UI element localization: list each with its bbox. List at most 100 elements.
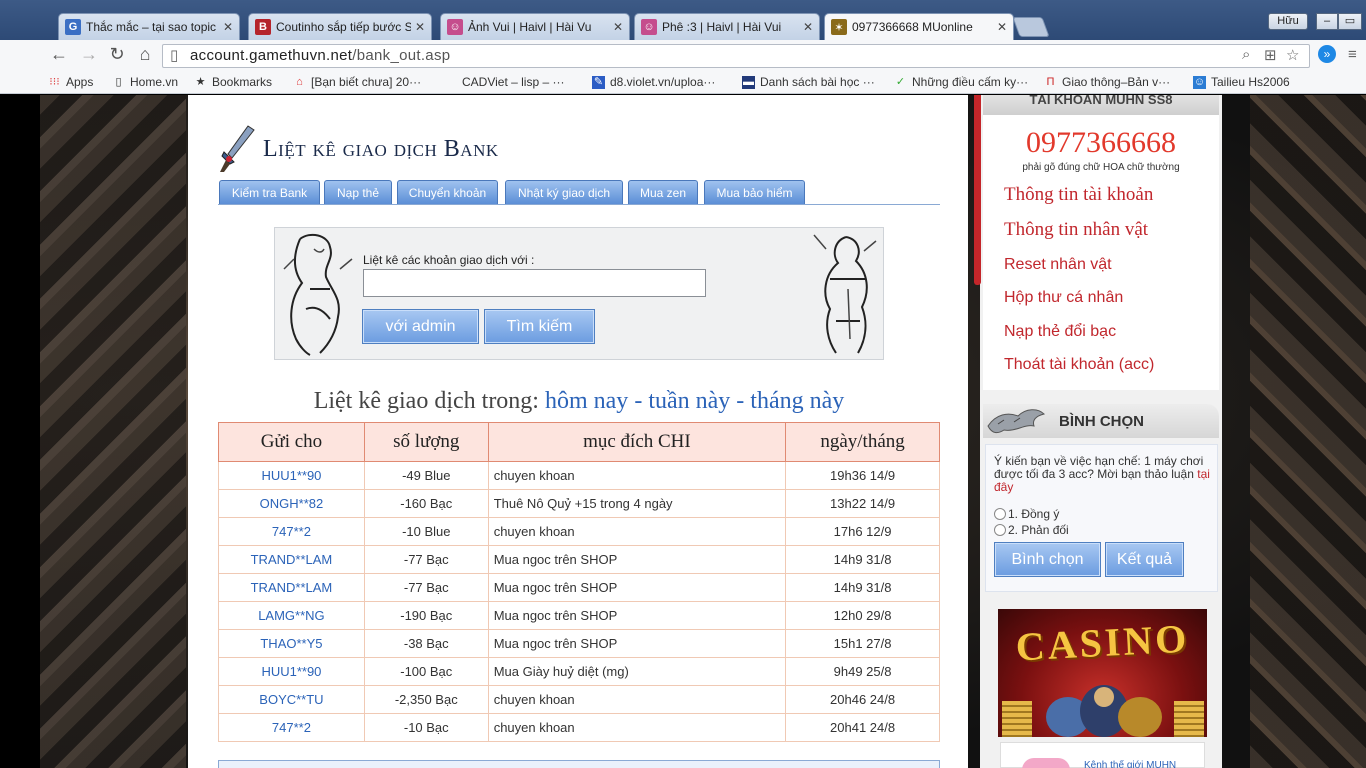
background-artwork-left — [40, 95, 186, 768]
result-button[interactable]: Kết quả — [1105, 542, 1184, 577]
browser-tab[interactable]: B Coutinho sắp tiếp bước Sư ✕ — [248, 13, 432, 40]
translate-icon[interactable]: ⊞ — [1264, 46, 1277, 64]
table-row: TRAND**LAM -77 Bạc Mua ngoc trên SHOP 14h9 … — [218, 573, 940, 602]
amount-cell: -10 Bạc — [363, 713, 489, 742]
vote-option-disagree[interactable]: 2. Phản đối — [994, 523, 1069, 537]
vote-option-agree[interactable]: 1. Đồng ý — [994, 507, 1059, 521]
sidebar-link-account-info[interactable]: Thông tin tài khoản — [1004, 184, 1153, 206]
recipient-cell[interactable]: HUU1**90 — [218, 657, 365, 686]
page-title: Liệt kê giao dịch Bank — [263, 136, 499, 162]
sidebar-link-inbox[interactable]: Hộp thư cá nhân — [1004, 289, 1123, 307]
bookmark-item[interactable]: ☺ Tailieu Hs2006 — [1193, 75, 1290, 89]
with-admin-button[interactable]: với admin — [362, 309, 479, 344]
bookmark-item[interactable]: CADViet – lisp – ··· — [444, 75, 564, 89]
browser-tab[interactable]: ☺ Phê :3 | Haivl | Hài Vui ✕ — [634, 13, 820, 40]
recipient-cell[interactable]: ONGH**82 — [218, 489, 365, 518]
filter-today-link[interactable]: hôm nay — [545, 388, 628, 414]
maximize-icon[interactable]: ▭ — [1338, 13, 1362, 30]
tab-buy-zen[interactable]: Mua zen — [628, 180, 698, 204]
search-button[interactable]: Tìm kiếm — [484, 309, 595, 344]
extension-icon[interactable]: » — [1318, 45, 1336, 63]
column-header-date: ngày/tháng — [785, 422, 940, 462]
close-icon[interactable]: ✕ — [613, 20, 623, 34]
smiley-icon: ☺ — [641, 19, 657, 35]
tab-title: Ảnh Vui | Haivl | Hài Vu — [468, 20, 592, 34]
purpose-cell: Mua Giày huỷ diệt (mg) — [487, 657, 787, 686]
star-icon: ★ — [195, 75, 206, 88]
bookmark-item[interactable]: ▬ Danh sách bài học ··· — [742, 75, 875, 89]
table-row: BOYC**TU -2,350 Bạc chuyen khoan 20h46 24/8 — [218, 685, 940, 714]
tab-top-up-card[interactable]: Nạp thẻ — [324, 180, 392, 204]
tab-transfer[interactable]: Chuyển khoản — [397, 180, 498, 204]
close-icon[interactable]: ✕ — [415, 20, 425, 34]
vote-button[interactable]: Bình chọn — [994, 542, 1101, 577]
bookmark-item[interactable]: ✎ d8.violet.vn/uploa··· — [592, 75, 715, 89]
url-text[interactable]: account.gamethuvn.net/bank_out.asp — [190, 47, 450, 64]
radio-button[interactable] — [994, 508, 1006, 520]
search-label: Liệt kê các khoản giao dịch với : — [363, 253, 535, 267]
date-cell: 14h9 31/8 — [785, 573, 940, 602]
search-input[interactable] — [363, 269, 706, 297]
bookmark-apps[interactable]: ⁝⁝⁝ Apps — [48, 75, 93, 89]
reload-icon[interactable]: ↻ — [106, 44, 128, 64]
house-icon: ⌂ — [296, 75, 303, 88]
browser-tab[interactable]: ☺ Ảnh Vui | Haivl | Hài Vu ✕ — [440, 13, 630, 40]
bookmark-label: Home.vn — [130, 75, 179, 89]
home-icon[interactable]: ⌂ — [134, 44, 156, 64]
browser-tab-active[interactable]: ✶ 0977366668 MUonline ✕ — [824, 13, 1014, 40]
radio-button[interactable] — [994, 524, 1006, 536]
bookmark-item[interactable]: ⌂ [Bạn biết chưa] 20··· — [293, 75, 421, 89]
recipient-cell[interactable]: BOYC**TU — [218, 685, 365, 714]
tab-check-bank[interactable]: Kiểm tra Bank — [219, 180, 320, 204]
recipient-cell[interactable]: TRAND**LAM — [218, 573, 365, 602]
channel-banner-icon — [1022, 758, 1070, 768]
list-heading-prefix: Liệt kê giao dịch trong: — [313, 388, 539, 414]
bookmark-bookmarks[interactable]: ★ Bookmarks — [194, 75, 272, 89]
close-icon[interactable]: ✕ — [223, 20, 233, 34]
date-cell: 20h46 24/8 — [785, 685, 940, 714]
tab-buy-insurance[interactable]: Mua bảo hiểm — [704, 180, 805, 204]
back-arrow-icon[interactable]: ← — [48, 44, 70, 64]
bookmark-label: Tailieu Hs2006 — [1211, 75, 1290, 89]
bookmark-item[interactable]: Π Giao thông–Bản v··· — [1044, 75, 1171, 89]
sidebar-link-reset-character[interactable]: Reset nhân vật — [1004, 256, 1112, 274]
bookmark-home[interactable]: ▯ Home.vn — [112, 75, 178, 89]
recipient-cell[interactable]: TRAND**LAM — [218, 545, 365, 574]
zoom-icon[interactable]: ⌕ — [1242, 46, 1250, 63]
recipient-cell[interactable]: HUU1**90 — [218, 461, 365, 490]
purpose-cell: chuyen khoan — [487, 685, 787, 714]
tab-underline — [218, 204, 940, 205]
profile-button[interactable]: Hữu — [1268, 13, 1308, 30]
dragon-icon — [987, 409, 1045, 434]
tab-title: 0977366668 MUonline — [852, 20, 973, 34]
account-hint: phải gõ đúng chữ HOA chữ thường — [1022, 162, 1180, 173]
filter-month-link[interactable]: tháng này — [750, 388, 844, 414]
amount-cell: -160 Bạc — [363, 489, 489, 518]
casino-banner[interactable]: CASINO — [998, 609, 1207, 737]
forward-arrow-icon[interactable]: → — [78, 44, 100, 64]
recipient-cell[interactable]: 747**2 — [218, 713, 365, 742]
star-icon[interactable]: ☆ — [1286, 46, 1299, 64]
minimize-icon[interactable]: – — [1316, 13, 1338, 30]
sidebar-link-character-info[interactable]: Thông tin nhân vật — [1004, 219, 1148, 241]
recipient-cell[interactable]: LAMG**NG — [218, 601, 365, 630]
filter-week-link[interactable]: tuần này — [648, 388, 730, 414]
purpose-cell: chuyen khoan — [487, 517, 787, 546]
banner-characters-artwork — [1046, 685, 1162, 737]
date-cell: 15h1 27/8 — [785, 629, 940, 658]
recipient-cell[interactable]: THAO**Y5 — [218, 629, 365, 658]
bookmark-item[interactable]: ✓ Những điều cấm ky··· — [894, 75, 1028, 89]
transaction-table: Gửi cho số lượng mục đích CHI ngày/tháng… — [218, 422, 940, 742]
vote-option-label: 2. Phản đối — [1008, 523, 1069, 537]
close-icon[interactable]: ✕ — [997, 20, 1007, 34]
table-row: 747**2 -10 Blue chuyen khoan 17h6 12/9 — [218, 517, 940, 546]
browser-tab[interactable]: G Thắc mắc – tại sao topic c ✕ — [58, 13, 240, 40]
recipient-cell[interactable]: 747**2 — [218, 517, 365, 546]
sidebar-link-logout[interactable]: Thoát tài khoản (acc) — [1004, 356, 1154, 374]
close-icon[interactable]: ✕ — [803, 20, 813, 34]
menu-icon[interactable]: ≡ — [1348, 46, 1357, 63]
date-cell: 12h0 29/8 — [785, 601, 940, 630]
sidebar-link-top-up[interactable]: Nạp thẻ đổi bạc — [1004, 323, 1116, 341]
tab-transaction-log[interactable]: Nhật ký giao dịch — [505, 180, 623, 204]
warrior-sketch-right — [813, 234, 877, 354]
